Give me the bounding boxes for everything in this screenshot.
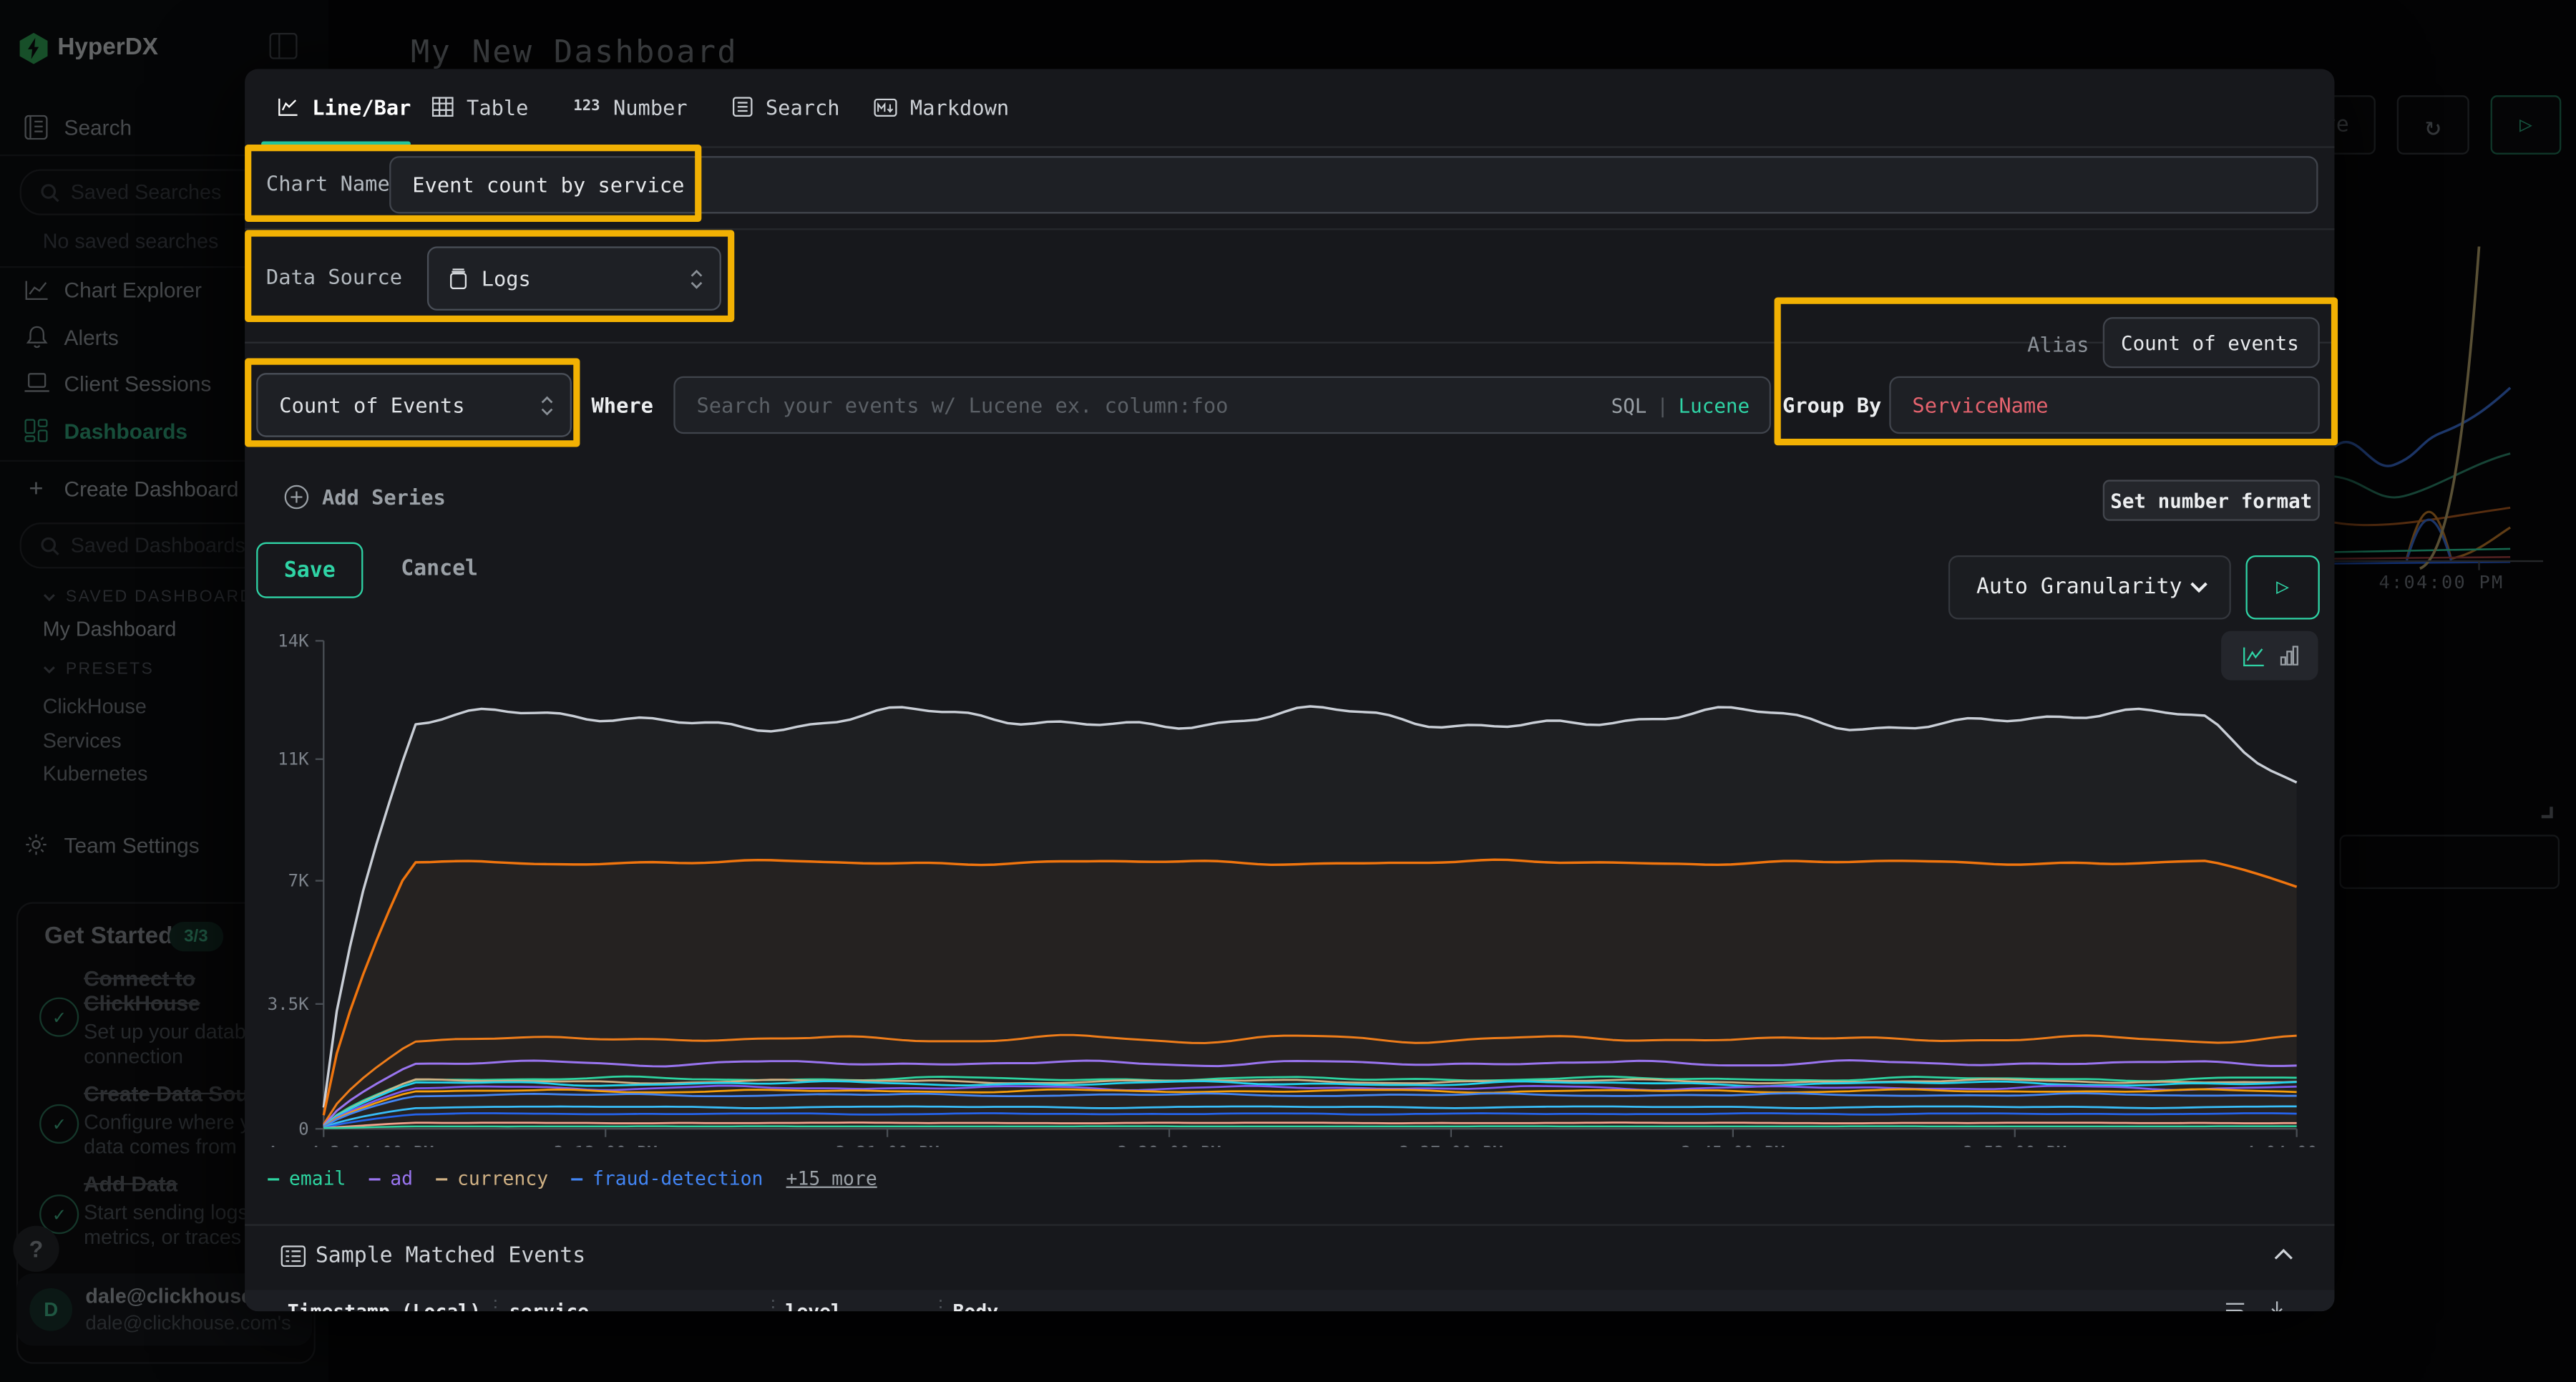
svg-text:3:13:00 PM: 3:13:00 PM [554,1143,658,1147]
legend-entry[interactable]: —currency [436,1167,548,1189]
svg-text:3:21:00 PM: 3:21:00 PM [836,1143,940,1147]
tab-line-bar[interactable]: Line/Bar [278,69,411,145]
markdown-icon [874,98,897,116]
list-icon [281,1245,306,1267]
play-icon: ▷ [2276,575,2289,600]
add-series-button[interactable]: Add Series [284,485,446,509]
sample-events-title: Sample Matched Events [316,1244,585,1268]
svg-text:11K: 11K [278,749,309,769]
query-language-toggle[interactable]: SQL|Lucene [1611,394,1750,417]
svg-text:3:37:00 PM: 3:37:00 PM [1399,1143,1503,1147]
chart-legend: —email —ad —currency —fraud-detection +15 m… [268,1167,877,1189]
column-service[interactable]: service [509,1300,589,1311]
svg-text:14K: 14K [278,631,309,651]
svg-text:3.5K: 3.5K [268,994,310,1014]
where-label: Where [592,393,653,417]
legend-more-link[interactable]: +15 more [786,1167,877,1189]
number-123-icon: 123 [573,99,600,115]
svg-text:0: 0 [298,1119,309,1139]
modal-divider [245,1224,2334,1225]
search-doc-icon [733,97,753,117]
run-query-button[interactable]: ▷ [2245,555,2319,620]
svg-text:3:29:00 PM: 3:29:00 PM [1117,1143,1221,1147]
lucene-option[interactable]: Lucene [1679,394,1750,417]
tab-search[interactable]: Search [733,69,840,145]
events-table-header: Timestamp (Local) ⋮ service ⋮ level ⋮ Bo… [245,1290,2334,1311]
legend-entry[interactable]: —email [268,1167,346,1189]
app-root: HyperDX Search Saved Searches No saved s… [0,0,2576,1382]
svg-text:3:45:00 PM: 3:45:00 PM [1681,1143,1785,1147]
column-timestamp[interactable]: Timestamp (Local) [288,1300,481,1311]
svg-text:4:04:00 PM: 4:04:00 PM [2245,1143,2320,1147]
collapse-section-icon[interactable] [2274,1249,2294,1260]
sql-option[interactable]: SQL [1611,394,1647,417]
tab-markdown[interactable]: Markdown [874,69,1009,145]
svg-text:7K: 7K [288,871,310,891]
highlight-aggregation [245,359,580,447]
save-button[interactable]: Save [256,542,363,598]
where-search-input[interactable]: Search your events w/ Lucene ex. column:… [673,376,1771,434]
plus-circle-icon [284,485,308,509]
wrap-text-icon[interactable] [2225,1301,2246,1311]
highlight-group-by [1775,298,2338,446]
chart-type-tabs: Line/Bar Table 123 Number Search Markdow… [245,69,2334,147]
legend-entry[interactable]: —ad [369,1167,414,1189]
cancel-button[interactable]: Cancel [401,542,478,595]
set-number-format-button[interactable]: Set number format [2103,480,2320,520]
table-icon [432,97,454,117]
highlight-data-source [245,230,734,322]
granularity-select[interactable]: Auto Granularity [1948,555,2231,620]
line-chart-icon [278,97,299,117]
chevron-down-icon [2190,582,2207,593]
tab-table[interactable]: Table [432,69,529,145]
preview-line-chart[interactable]: 0 3.5K 7K 11K 14K Aug 4 3:04:00 PM 3:13:00 PM 3… [246,628,2319,1147]
column-body[interactable]: Body [953,1300,999,1311]
tab-number[interactable]: 123 Number [573,69,687,145]
column-level[interactable]: level [785,1300,841,1311]
svg-text:Aug 4 3:04:00 PM: Aug 4 3:04:00 PM [268,1143,434,1147]
legend-items: —email —ad —currency —fraud-detection [268,1167,763,1189]
download-icon[interactable] [2267,1300,2287,1311]
highlight-chart-name [245,145,701,222]
legend-entry[interactable]: —fraud-detection [571,1167,763,1189]
svg-text:3:53:00 PM: 3:53:00 PM [1963,1143,2067,1147]
